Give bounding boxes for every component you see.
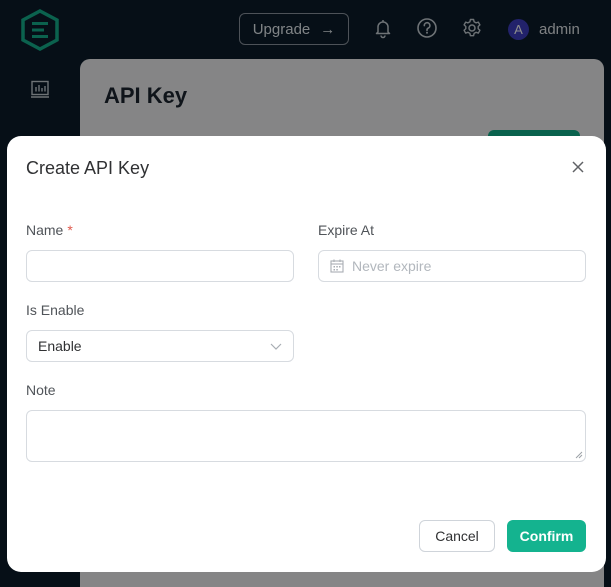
calendar-icon <box>330 259 344 273</box>
cancel-button[interactable]: Cancel <box>419 520 495 552</box>
expire-at-input[interactable]: Never expire <box>318 250 586 282</box>
is-enable-label: Is Enable <box>26 302 85 318</box>
name-label-text: Name <box>26 222 64 238</box>
is-enable-value: Enable <box>38 338 82 354</box>
close-icon[interactable] <box>570 159 586 175</box>
resize-grip-icon[interactable] <box>575 451 583 459</box>
name-label: Name * <box>26 222 73 238</box>
name-input[interactable] <box>26 250 294 282</box>
dialog-title: Create API Key <box>26 158 150 178</box>
confirm-button[interactable]: Confirm <box>507 520 586 552</box>
chevron-down-icon <box>270 343 282 350</box>
is-enable-select[interactable]: Enable <box>26 330 294 362</box>
required-mark: * <box>67 222 73 238</box>
expire-at-placeholder: Never expire <box>352 258 432 274</box>
note-textarea[interactable] <box>26 410 586 462</box>
note-label: Note <box>26 382 56 398</box>
create-api-key-dialog: Create API Key Name * Expire At Never exp… <box>7 136 606 572</box>
expire-at-label: Expire At <box>318 222 375 238</box>
